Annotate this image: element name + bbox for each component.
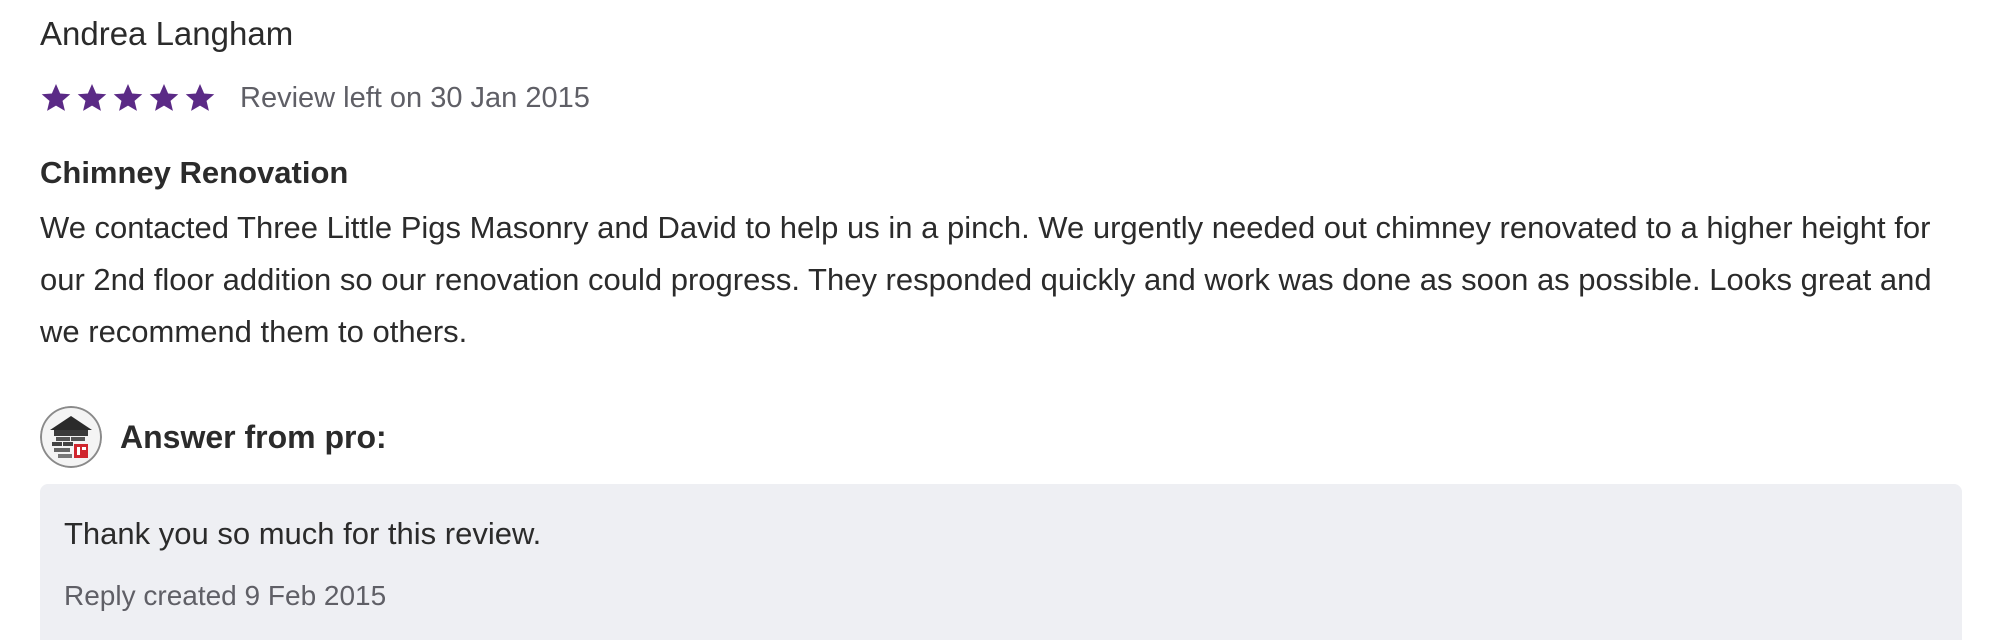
reviewer-name: Andrea Langham — [40, 15, 294, 52]
star-icon — [112, 82, 144, 114]
star-rating — [40, 82, 220, 114]
answer-header: Answer from pro: — [40, 404, 387, 470]
star-icon — [148, 82, 180, 114]
review-title: Chimney Renovation — [40, 155, 349, 190]
pro-logo-icon — [40, 406, 102, 468]
star-icon — [40, 82, 72, 114]
star-icon — [184, 82, 216, 114]
review-date: Review left on 30 Jan 2015 — [240, 82, 590, 114]
review-body: We contacted Three Little Pigs Masonry a… — [40, 210, 1932, 349]
pro-answer-box: Thank you so much for this review. Reply… — [40, 484, 1962, 640]
pro-avatar — [40, 406, 102, 468]
answer-date: Reply created 9 Feb 2015 — [64, 580, 387, 611]
answer-label: Answer from pro: — [120, 419, 387, 455]
answer-text: Thank you so much for this review. — [64, 516, 542, 551]
rating-row: Review left on 30 Jan 2015 — [40, 78, 590, 118]
star-icon — [76, 82, 108, 114]
